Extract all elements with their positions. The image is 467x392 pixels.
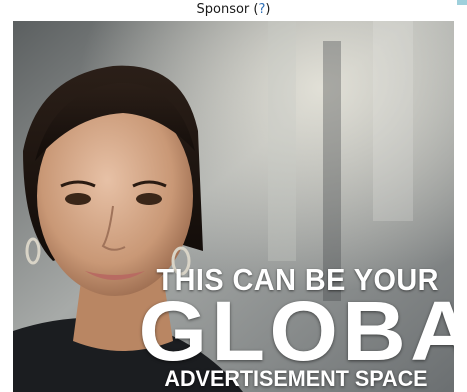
ad-headline-line2: GLOBAL (138, 284, 455, 378)
ad-headline: THIS CAN BE YOUR GLOBAL ADVERTISEMENT SP… (139, 264, 455, 392)
sponsor-header: Sponsor (?) (0, 0, 467, 20)
open-paren: ( (249, 2, 259, 17)
advertisement-banner[interactable]: THIS CAN BE YOUR GLOBAL ADVERTISEMENT SP… (13, 21, 454, 392)
sponsor-label: Sponsor (196, 2, 250, 17)
close-paren: ) (265, 2, 271, 17)
ad-headline-line3: ADVERTISEMENT SPACE (164, 366, 428, 391)
